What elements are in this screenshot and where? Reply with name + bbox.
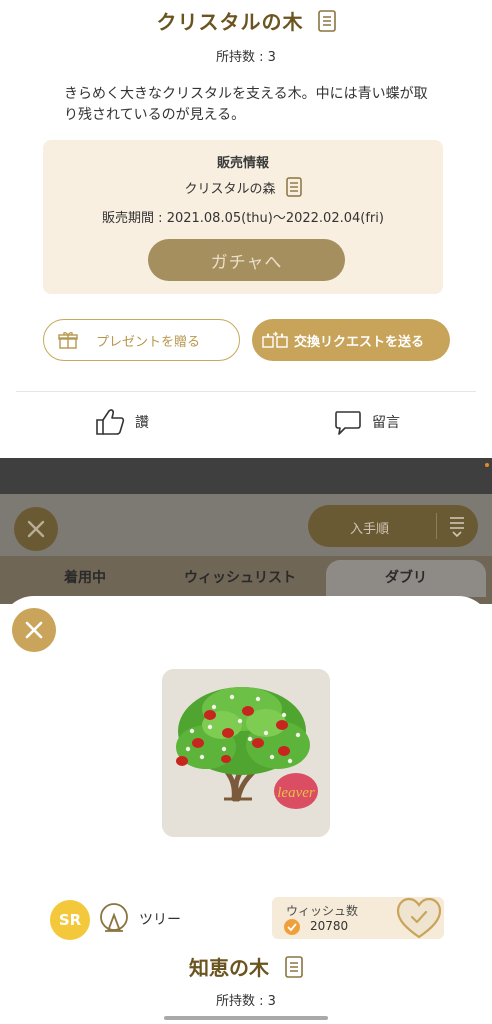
- document-icon[interactable]: [285, 955, 303, 978]
- sales-info-box: 販売情報 クリスタルの森 販売期間 : 2021.08.05(thu)〜2022…: [43, 140, 443, 294]
- document-icon[interactable]: [285, 177, 302, 197]
- owned-count: 所持数 : 3: [216, 50, 276, 65]
- close-icon: [27, 520, 45, 538]
- category-label: ツリー: [139, 912, 181, 928]
- shop-row[interactable]: クリスタルの森: [43, 177, 443, 197]
- wishlist-heart-button[interactable]: [396, 896, 442, 942]
- sales-info-heading: 販売情報: [216, 156, 269, 171]
- item-bottom-sheet: leaver SR ツリー ウィッシュ数 20780 知恵の木 所持数 : 3: [0, 596, 492, 1024]
- home-indicator[interactable]: [164, 1016, 328, 1020]
- tab-wishlist: ウィッシュリスト: [184, 570, 296, 586]
- sheet-item-title: 知恵の木: [189, 956, 269, 980]
- exchange-icon: [262, 331, 288, 348]
- trade-request-button[interactable]: 交換リクエストを送る: [252, 319, 450, 361]
- sort-icon: [450, 517, 464, 537]
- gacha-button[interactable]: ガチャへ: [148, 239, 345, 281]
- thumbs-up-icon: [96, 409, 125, 435]
- like-label: 讚: [135, 415, 149, 431]
- item-thumbnail: leaver: [162, 669, 330, 837]
- close-icon: [25, 621, 43, 639]
- gift-icon: [58, 332, 78, 349]
- heart-check-icon: [284, 919, 300, 935]
- sort-separator: [436, 513, 437, 539]
- status-bar: [0, 458, 492, 494]
- tree-category-icon: [100, 903, 128, 932]
- comment-icon: [335, 411, 361, 435]
- document-icon[interactable]: [317, 9, 336, 32]
- shop-name[interactable]: クリスタルの森: [184, 178, 275, 197]
- present-button[interactable]: プレゼントを贈る: [43, 319, 240, 361]
- item-title: クリスタルの木: [156, 10, 304, 34]
- background-close-button: [14, 507, 58, 551]
- comment-label: 留言: [372, 415, 400, 431]
- wish-count-value: 20780: [310, 919, 349, 933]
- comment-button[interactable]: 留言: [334, 408, 400, 436]
- tab-duplicates: ダブリ: [326, 560, 486, 597]
- item-title-row: クリスタルの木: [0, 6, 492, 35]
- like-button[interactable]: 讚: [95, 408, 149, 436]
- item-detail-card: クリスタルの木 所持数 : 3 きらめく大きなクリスタルを支える木。中には青い蝶…: [0, 0, 492, 458]
- tree-image: leaver: [162, 669, 330, 837]
- item-description: きらめく大きなクリスタルを支える木。中には青い蝶が取り残されているのが見える。: [64, 86, 428, 123]
- close-button[interactable]: [12, 608, 56, 652]
- thumb-watermark: leaver: [277, 785, 315, 801]
- sort-button: 入手順: [308, 505, 478, 547]
- sheet-title-row: 知恵の木: [0, 952, 492, 981]
- sheet-owned-count: 所持数 : 3: [216, 994, 276, 1009]
- sales-period: 販売期間 : 2021.08.05(thu)〜2022.02.04(fri): [102, 211, 384, 226]
- divider: [16, 391, 476, 392]
- trade-button-label: 交換リクエストを送る: [294, 334, 425, 350]
- sort-label: 入手順: [350, 522, 390, 537]
- rarity-badge: SR: [50, 900, 90, 940]
- tab-wearing: 着用中: [64, 570, 106, 586]
- present-button-label: プレゼントを贈る: [96, 334, 201, 350]
- status-dot: [485, 463, 489, 467]
- wish-count-label: ウィッシュ数: [286, 904, 359, 918]
